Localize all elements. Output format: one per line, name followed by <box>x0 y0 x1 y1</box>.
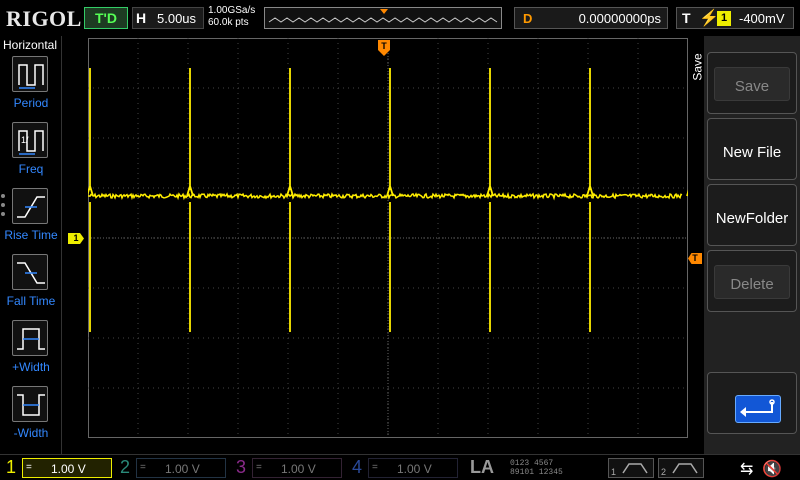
measure-rise-time-label: Rise Time <box>4 228 58 242</box>
measure-category-title: Horizontal <box>3 38 58 52</box>
negative-width-icon <box>12 386 48 422</box>
channel-3-scale: 1.00 V <box>281 462 316 476</box>
timebase-indicator[interactable]: H 5.00us <box>132 7 204 29</box>
channel-bar: 1 = 1.00 V 2 = 1.00 V 3 = 1.00 V 4 = 1.00 V … <box>0 454 800 480</box>
ch1-offset-marker[interactable]: 1 <box>68 233 84 244</box>
rising-edge-icon: ⚡ <box>699 10 719 27</box>
new-file-softkey-label: New File <box>722 144 782 161</box>
delete-softkey[interactable]: Delete <box>707 250 797 312</box>
fall-time-icon <box>12 254 48 290</box>
measure-period-label: Period <box>13 96 49 110</box>
acquisition-info: 1.00GSa/s 60.0k pts <box>208 5 255 29</box>
brand-logo: RIGOL <box>6 6 82 31</box>
decoder-2-tab[interactable]: 2 <box>658 458 704 478</box>
graticule <box>88 38 688 438</box>
trigger-key-label: T <box>682 10 691 26</box>
trigger-level-marker[interactable]: T <box>688 253 702 264</box>
rise-time-icon <box>12 188 48 224</box>
trigger-indicator[interactable]: T ⚡ 1 -400mV <box>676 7 794 29</box>
svg-text:T: T <box>381 41 387 51</box>
delay-indicator[interactable]: D 0.00000000ps <box>514 7 668 29</box>
measure-positive-width-button[interactable]: +Width <box>0 320 62 382</box>
delay-value: 0.00000000ps <box>578 11 661 26</box>
dc-coupling-icon: = <box>256 462 262 473</box>
timebase-value: 5.00us <box>157 11 197 26</box>
measure-fall-time-label: Fall Time <box>6 294 56 308</box>
trigger-source-badge: 1 <box>717 11 731 26</box>
return-arrow-icon <box>735 395 781 423</box>
measure-fall-time-button[interactable]: Fall Time <box>0 254 62 316</box>
decoder-1-tab[interactable]: 1 <box>608 458 654 478</box>
save-softkey-label: Save <box>734 78 770 95</box>
measure-period-button[interactable]: Period <box>0 56 62 118</box>
ch1-spike <box>586 68 594 332</box>
frequency-icon: 1/ <box>12 122 48 158</box>
measure-frequency-button[interactable]: 1/ Freq <box>0 122 62 184</box>
channel-3-number: 3 <box>236 457 247 477</box>
decoder-1-number: 1 <box>611 467 617 477</box>
channel-1-number: 1 <box>6 457 17 477</box>
channel-2-scale: 1.00 V <box>165 462 200 476</box>
measure-positive-width-label: +Width <box>12 360 50 374</box>
new-folder-softkey-label: NewFolder <box>715 210 789 227</box>
positive-width-icon <box>12 320 48 356</box>
dc-coupling-icon: = <box>372 462 378 473</box>
period-icon <box>12 56 48 92</box>
speaker-muted-icon[interactable]: 🔇 <box>762 459 782 479</box>
memory-trigger-pointer <box>380 9 388 14</box>
trigger-position-marker[interactable]: T <box>377 40 391 56</box>
ch1-spike <box>186 68 194 332</box>
logic-channel-map: 0123 4567 89101 12345 <box>510 459 563 477</box>
measure-sidebar: Horizontal Period 1/ Freq Rise Time Fall… <box>0 36 62 454</box>
decoder-2-number: 2 <box>661 467 667 477</box>
memory-depth: 60.0k pts <box>208 17 249 28</box>
waveform-display[interactable] <box>88 38 688 438</box>
channel-1-scale: 1.00 V <box>51 462 86 476</box>
save-softkey[interactable]: Save <box>707 52 797 114</box>
channel-2-number: 2 <box>120 457 131 477</box>
new-file-softkey[interactable]: New File <box>707 118 797 180</box>
memory-overview-waveform <box>268 9 498 23</box>
ch1-spike <box>286 68 294 332</box>
sample-rate: 1.00GSa/s <box>208 5 256 16</box>
return-softkey[interactable] <box>707 372 797 434</box>
dc-coupling-icon: = <box>140 462 146 473</box>
measure-rise-time-button[interactable]: Rise Time <box>0 188 62 250</box>
dc-coupling-icon: = <box>26 462 32 473</box>
channel-4-number: 4 <box>352 457 363 477</box>
ch1-spike <box>486 68 494 332</box>
delete-softkey-label: Delete <box>730 276 774 293</box>
memory-overview-bar[interactable] <box>264 7 502 29</box>
trigger-level-value: -400mV <box>739 11 785 26</box>
usb-icon: ⇆ <box>740 461 754 478</box>
status-bar: RIGOL T'D H 5.00us 1.00GSa/s 60.0k pts D… <box>0 0 800 36</box>
delay-key-label: D <box>523 11 533 26</box>
measure-frequency-label: Freq <box>18 162 44 176</box>
measure-negative-width-button[interactable]: -Width <box>0 386 62 448</box>
logic-analyzer-tab[interactable]: LA <box>470 457 508 479</box>
channel-4-scale: 1.00 V <box>397 462 432 476</box>
measure-negative-width-label: -Width <box>13 426 49 440</box>
svg-text:1/: 1/ <box>21 135 29 145</box>
horizontal-key-label: H <box>136 10 147 26</box>
new-folder-softkey[interactable]: NewFolder <box>707 184 797 246</box>
run-state-badge[interactable]: T'D <box>84 7 128 29</box>
